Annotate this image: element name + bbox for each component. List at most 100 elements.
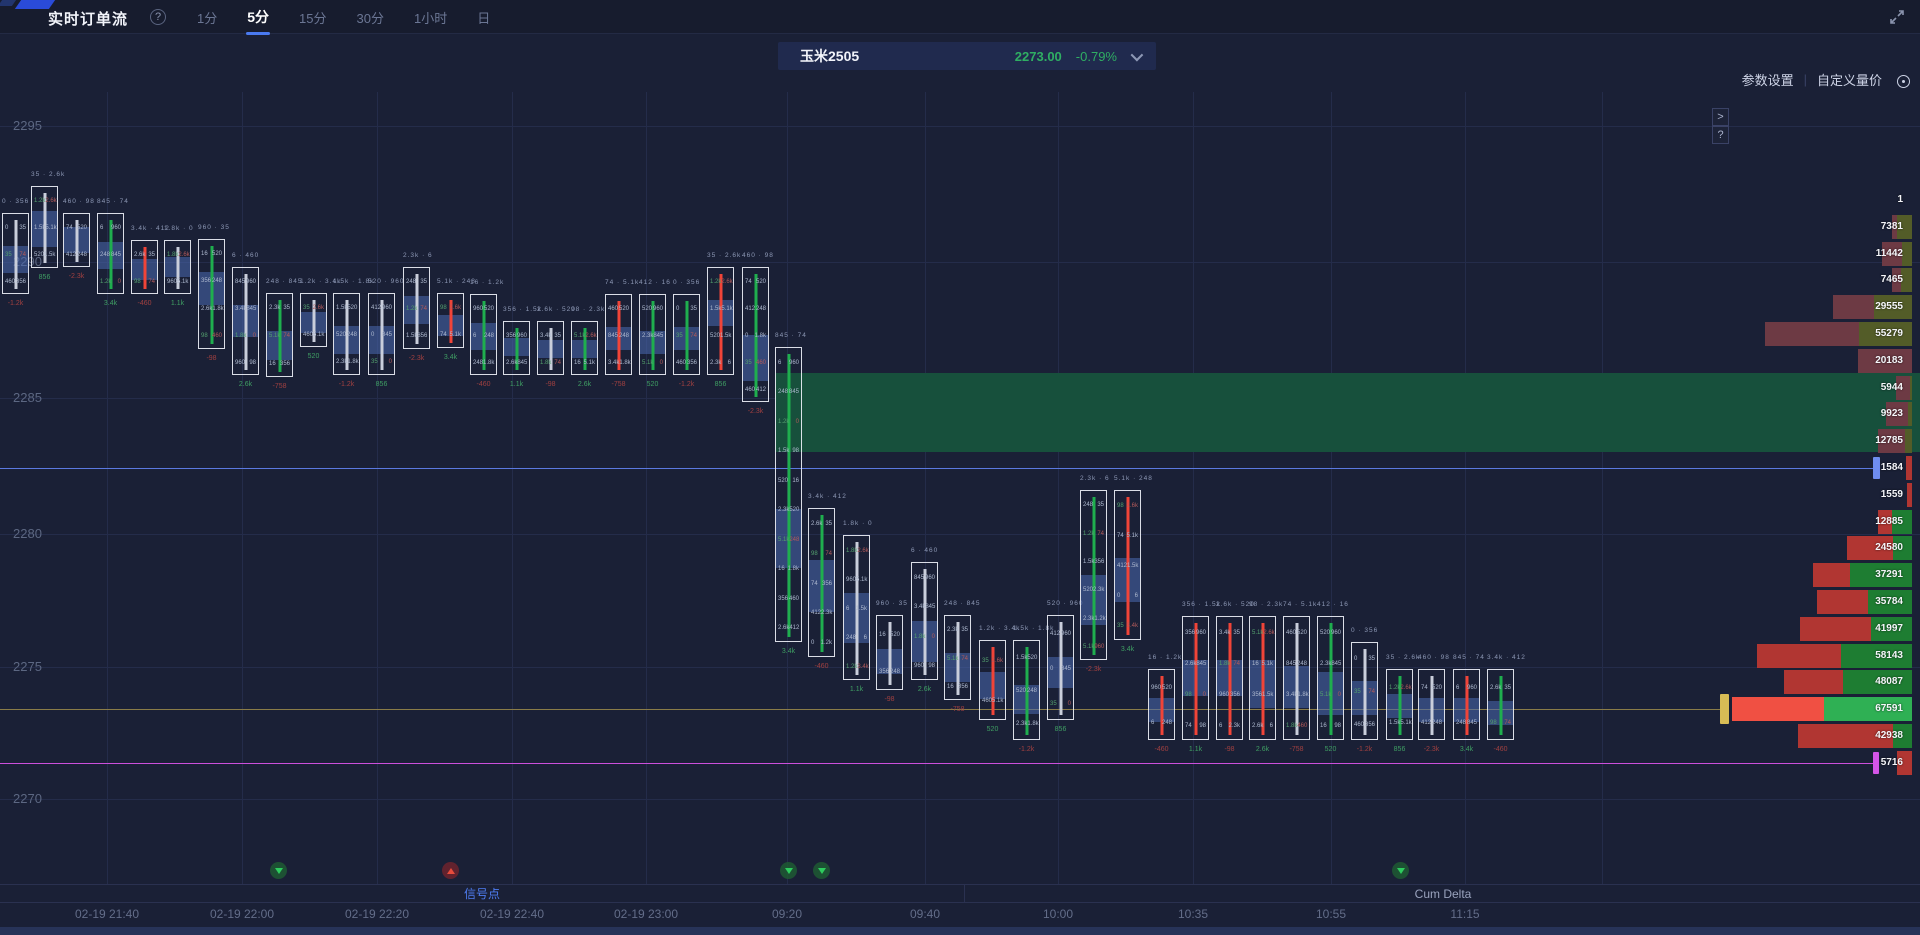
footprint-candle[interactable]: 248351.2k741.5k3565202.3k2.3k1.2k5.1k960 [1080,490,1107,660]
footprint-candle[interactable]: 3569602.6k845 [503,321,530,375]
level-line-2 [0,763,1873,764]
tab-1小时[interactable]: 1小时 [412,0,449,35]
footprint-candle[interactable]: 2.6k359874 [1487,669,1514,740]
instrument-selector[interactable]: 玉米2505 2273.00 -0.79% [778,42,1156,70]
volume-value-label: 29555 [1875,301,1903,312]
footprint-candle[interactable]: 1.5k5205202482.3k1.8k [333,293,360,375]
bid-value: 1.8k [235,333,246,339]
bid-ask-row: 3574 [1352,689,1377,695]
vertical-gridline [925,92,926,884]
tab-30分[interactable]: 30分 [355,0,386,35]
ask-value: 460 [1297,723,1307,729]
target-circle-icon[interactable] [1897,75,1910,88]
candle-delta-label: 856 [368,381,395,388]
footprint-candle[interactable]: 9605206248 [1148,669,1175,740]
signal-marker-down[interactable] [780,862,797,879]
bid-ask-row: 98460 [199,333,224,339]
title-help-icon[interactable]: ? [150,9,166,25]
footprint-candle[interactable]: 5209602.3k8455.1k0 [639,294,666,375]
fullscreen-icon[interactable] [1888,8,1906,26]
footprint-candle[interactable]: 352.6k4605.1k [300,293,327,347]
footprint-candle[interactable]: 248351.2k741.5k356 [403,267,430,349]
time-axis-label: 02-19 21:40 [75,907,139,921]
bid-value: 1.2k [100,279,111,285]
tab-5分[interactable]: 5分 [245,0,271,35]
time-axis-label: 09:40 [910,907,940,921]
footprint-candle[interactable]: 8459603.4k8451.8k096098 [232,267,259,375]
footprint-candle[interactable]: 1.2k2.6k1.5k5.1k5201.5k [31,186,58,268]
bid-value: 35 [982,658,989,664]
bottom-scrollbar[interactable] [0,927,1920,935]
tab-日[interactable]: 日 [475,0,492,35]
footprint-candle[interactable]: 4129600845350 [1047,615,1074,720]
footprint-candle[interactable]: 74520412248 [63,213,90,267]
footprint-candle[interactable]: 352.6k4605.1k [979,640,1006,720]
candle-delta-label: -1.2k [1351,746,1378,753]
bid-value: 5.1k [778,537,789,543]
footprint-candle[interactable]: 0353574460356 [1351,642,1378,740]
footprint-candle[interactable]: 4605208452483.4k1.8k [605,294,632,375]
footprint-candle[interactable]: 2.6k359874 [131,240,158,294]
footprint-candle[interactable]: 6960248845 [1453,669,1480,740]
footprint-candle[interactable]: 1.2k2.6k1.5k5.1k5201.5k2.3k6 [707,267,734,375]
custom-volume-button[interactable]: 自定义量价 [1817,70,1882,89]
panel-help-button[interactable]: ? [1712,126,1729,144]
footprint-candle[interactable]: 2.3k355.1k7416356 [944,615,971,700]
signal-marker-down[interactable] [270,862,287,879]
footprint-candle[interactable]: 4129600845350 [368,293,395,375]
footprint-candle[interactable]: 982.6k745.1k4121.5k06353.4k [1114,490,1141,640]
footprint-candle[interactable]: 3569602.6k8459807498 [1182,616,1209,740]
footprint-candle[interactable]: 0353574460356 [2,213,29,294]
bid-value: 460 [1286,630,1296,636]
footprint-candle[interactable]: 1.8k2.6k9605.1k [164,240,191,294]
vertical-gridline [1465,92,1466,884]
cumdelta-panel-label[interactable]: Cum Delta [966,885,1920,902]
bid-ask-row: 16356 [267,361,292,367]
bid-value: 98 [1490,720,1497,726]
footprint-candle[interactable]: 69602488451.2k01.5k98520162.3k5205.1k248… [775,347,802,642]
ask-value: 6 [728,360,731,366]
ask-value: 98 [249,360,256,366]
bid-ask-row: 06 [1115,593,1140,599]
footprint-candle[interactable]: 5.1k2.6k165.1k3561.5k2.6k6 [1249,616,1276,740]
footprint-candle[interactable]: 3.4k351.8k74 [537,321,564,375]
bid-value: 960 [914,663,924,669]
footprint-candle[interactable]: 1.8k2.6k9605.1k61.5k24861.2k3.4k [843,535,870,680]
footprint-candle[interactable]: 2.3k355.1k7416356 [266,293,293,377]
signal-marker-down[interactable] [1392,862,1409,879]
signal-panel-label[interactable]: 信号点 [0,885,965,902]
candle-delta-label: -98 [1216,746,1243,753]
bid-value: 845 [1286,661,1296,667]
footprint-candle[interactable]: 4605208452483.4k1.8k1.8k460 [1283,616,1310,740]
footprint-candle[interactable]: 7452041224801.8k35460460412 [742,267,769,402]
footprint-candle[interactable]: 74520412248 [1418,669,1445,740]
footprint-candle[interactable]: 16520356248 [876,615,903,690]
footprint-candle[interactable]: 165203562482.6k1.8k98460 [198,239,225,349]
footprint-candle[interactable]: 0353574460356 [673,294,700,375]
footprint-candle[interactable]: 69602488451.2k0 [97,213,124,294]
param-settings-button[interactable]: 参数设置 [1742,70,1794,89]
subpanel-strip: 信号点 Cum Delta [0,884,1920,903]
tab-1分[interactable]: 1分 [195,0,219,35]
signal-marker-up[interactable] [442,862,459,879]
footprint-candle[interactable]: 982.6k745.1k [437,293,464,348]
candle-header-values: 845 · 74 [97,198,124,205]
signal-marker-down[interactable] [813,862,830,879]
footprint-candle[interactable]: 1.5k5205202482.3k1.8k [1013,640,1040,740]
footprint-candle[interactable]: 8459603.4k8451.8k096098 [911,562,938,680]
footprint-candle[interactable]: 5.1k2.6k165.1k [571,321,598,375]
candle-delta-label: 2.6k [232,381,259,388]
bid-value: 520 [34,252,44,258]
tab-15分[interactable]: 15分 [297,0,328,35]
footprint-candle[interactable]: 1.2k2.6k1.5k5.1k [1386,669,1413,740]
ask-value: 2.6k [992,658,1003,664]
collapse-panel-button[interactable]: > [1712,108,1729,126]
bid-ask-row: 74520 [1419,685,1444,691]
footprint-candle[interactable]: 96052062482481.8k [470,294,497,375]
footprint-candle[interactable]: 2.6k359874743564122.3k01.2k [808,508,835,657]
bid-ask-row: 24835 [404,279,429,285]
footprint-candle[interactable]: 3.4k351.8k7496035662.3k [1216,616,1243,740]
ask-value: 520 [890,632,900,638]
footprint-candle[interactable]: 5209602.3k8455.1k01698 [1317,616,1344,740]
ask-value: 520 [484,306,494,312]
